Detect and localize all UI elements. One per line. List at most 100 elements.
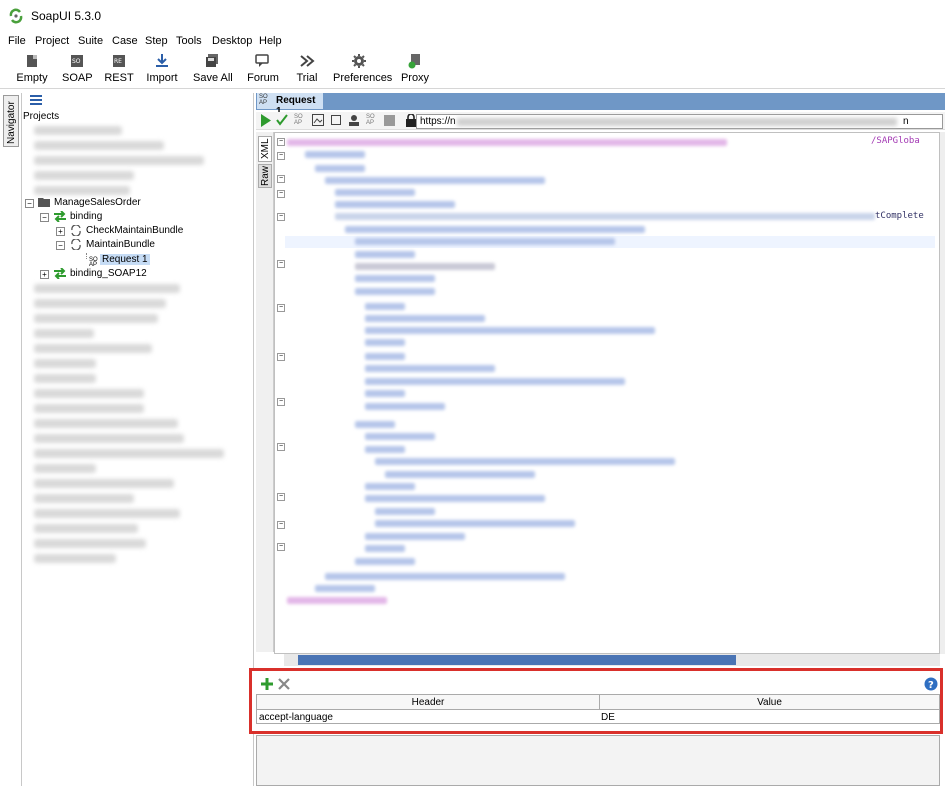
trial-button[interactable]: Trial bbox=[294, 53, 320, 87]
trial-icon bbox=[300, 55, 315, 67]
interface-binding-soap12[interactable]: binding_SOAP12 bbox=[70, 268, 147, 279]
project-row-blurred[interactable] bbox=[34, 156, 204, 165]
project-row-blurred[interactable] bbox=[34, 494, 134, 503]
editor-view-tabs: XML Raw bbox=[256, 132, 274, 652]
menu-file[interactable]: File bbox=[8, 35, 26, 47]
request-1-item[interactable]: Request 1 bbox=[100, 254, 150, 265]
menu-suite[interactable]: Suite bbox=[78, 35, 103, 47]
expand-toggle[interactable]: + bbox=[40, 270, 49, 279]
wss-icon[interactable] bbox=[384, 115, 395, 126]
project-row-blurred[interactable] bbox=[34, 314, 158, 323]
vertical-scrollbar[interactable] bbox=[940, 132, 945, 654]
soap-request-icon: SO AP bbox=[259, 94, 268, 106]
headers-empty-area bbox=[256, 735, 940, 786]
soap-project-icon: SO bbox=[71, 55, 83, 67]
interface-binding[interactable]: binding bbox=[70, 211, 102, 222]
endpoint-url-field[interactable]: https://n n bbox=[416, 114, 943, 129]
window-title: SoapUI 5.3.0 bbox=[31, 9, 102, 23]
url-redacted bbox=[457, 118, 897, 126]
menu-step[interactable]: Step bbox=[145, 35, 168, 47]
column-header-value[interactable]: Value bbox=[600, 695, 939, 710]
collapse-toggle[interactable]: − bbox=[40, 213, 49, 222]
menu-help[interactable]: Help bbox=[259, 35, 282, 47]
project-row-blurred[interactable] bbox=[34, 449, 224, 458]
project-row-blurred[interactable] bbox=[34, 434, 184, 443]
tab-raw[interactable]: Raw bbox=[258, 164, 272, 188]
tab-xml[interactable]: XML bbox=[258, 136, 272, 162]
image-icon[interactable] bbox=[312, 114, 324, 126]
binding-icon bbox=[54, 268, 66, 279]
stop-icon[interactable] bbox=[331, 115, 341, 125]
operation-maintain-bundle[interactable]: MaintainBundle bbox=[86, 239, 155, 250]
preferences-button[interactable]: Preferences bbox=[333, 53, 392, 87]
rest-project-icon: RE bbox=[113, 55, 125, 67]
svg-text:?: ? bbox=[928, 680, 934, 691]
project-row-blurred[interactable] bbox=[34, 329, 94, 338]
header-value-cell[interactable]: DE bbox=[599, 711, 938, 724]
folder-icon bbox=[38, 198, 50, 207]
project-row-blurred[interactable] bbox=[34, 479, 174, 488]
svg-text:SO: SO bbox=[72, 58, 81, 65]
remove-icon[interactable] bbox=[278, 678, 290, 690]
project-row-blurred[interactable] bbox=[34, 299, 166, 308]
project-row-blurred[interactable] bbox=[34, 509, 180, 518]
project-row-blurred[interactable] bbox=[34, 171, 134, 180]
import-icon bbox=[156, 54, 168, 67]
navigator-tab[interactable]: Navigator bbox=[3, 95, 19, 147]
menu-desktop[interactable]: Desktop bbox=[212, 35, 252, 47]
collapse-toggle[interactable]: − bbox=[25, 199, 34, 208]
project-row-blurred[interactable] bbox=[34, 419, 178, 428]
menu-tools[interactable]: Tools bbox=[176, 35, 202, 47]
import-button[interactable]: Import bbox=[145, 53, 179, 87]
request-xml-editor[interactable]: − − − − − − − − − − − − − /SAPGloba tCom… bbox=[274, 132, 940, 654]
user-icon[interactable] bbox=[348, 114, 360, 126]
list-view-icon[interactable] bbox=[30, 95, 42, 105]
project-row-blurred[interactable] bbox=[34, 404, 144, 413]
help-icon[interactable]: ? bbox=[924, 677, 938, 691]
soap-icon[interactable]: SO AP bbox=[366, 114, 375, 126]
expand-toggle[interactable]: + bbox=[56, 227, 65, 236]
project-row-blurred[interactable] bbox=[34, 554, 116, 563]
lock-icon bbox=[406, 114, 416, 127]
project-row-blurred[interactable] bbox=[34, 186, 130, 195]
project-row-blurred[interactable] bbox=[34, 359, 96, 368]
check-icon[interactable] bbox=[276, 114, 288, 127]
menu-case[interactable]: Case bbox=[112, 35, 138, 47]
run-icon[interactable] bbox=[260, 114, 272, 127]
svg-text:RE: RE bbox=[114, 58, 122, 65]
project-row-blurred[interactable] bbox=[34, 126, 122, 135]
scroll-thumb[interactable] bbox=[298, 655, 736, 665]
editor-tab-strip bbox=[256, 93, 945, 110]
main-toolbar: Empty SO SOAP RE REST Import Save All Fo… bbox=[0, 51, 945, 89]
gear-icon bbox=[352, 54, 366, 68]
project-manage-sales-order[interactable]: ManageSalesOrder bbox=[54, 197, 141, 208]
collapse-toggle[interactable]: − bbox=[56, 241, 65, 250]
project-row-blurred[interactable] bbox=[34, 374, 96, 383]
rest-button[interactable]: RE REST bbox=[104, 53, 134, 87]
menu-project[interactable]: Project bbox=[35, 35, 69, 47]
column-header-header[interactable]: Header bbox=[257, 695, 600, 710]
empty-button[interactable]: Empty bbox=[16, 53, 48, 87]
proxy-button[interactable]: Proxy bbox=[400, 53, 430, 87]
soap-button[interactable]: SO SOAP bbox=[62, 53, 93, 87]
menu-bar: File Project Suite Case Step Tools Deskt… bbox=[0, 33, 945, 51]
project-row-blurred[interactable] bbox=[34, 141, 164, 150]
tab-request-1[interactable]: SOAP Request 1 bbox=[257, 93, 323, 117]
header-name-cell[interactable]: accept-language bbox=[257, 711, 600, 724]
project-row-blurred[interactable] bbox=[34, 344, 152, 353]
project-row-blurred[interactable] bbox=[34, 464, 96, 473]
soap-icon[interactable]: SO AP bbox=[294, 114, 303, 126]
empty-project-icon bbox=[27, 55, 37, 67]
projects-label: Projects bbox=[23, 111, 60, 122]
operation-icon bbox=[71, 225, 81, 236]
project-row-blurred[interactable] bbox=[34, 524, 138, 533]
forum-button[interactable]: Forum bbox=[246, 53, 280, 87]
operation-check-maintain-bundle[interactable]: CheckMaintainBundle bbox=[86, 225, 183, 236]
project-row-blurred[interactable] bbox=[34, 539, 146, 548]
save-all-button[interactable]: Save All bbox=[193, 53, 233, 87]
add-icon[interactable] bbox=[261, 678, 273, 690]
project-row-blurred[interactable] bbox=[34, 389, 144, 398]
soapui-logo-icon bbox=[9, 8, 23, 24]
project-row-blurred[interactable] bbox=[34, 284, 180, 293]
operation-icon bbox=[71, 239, 81, 250]
